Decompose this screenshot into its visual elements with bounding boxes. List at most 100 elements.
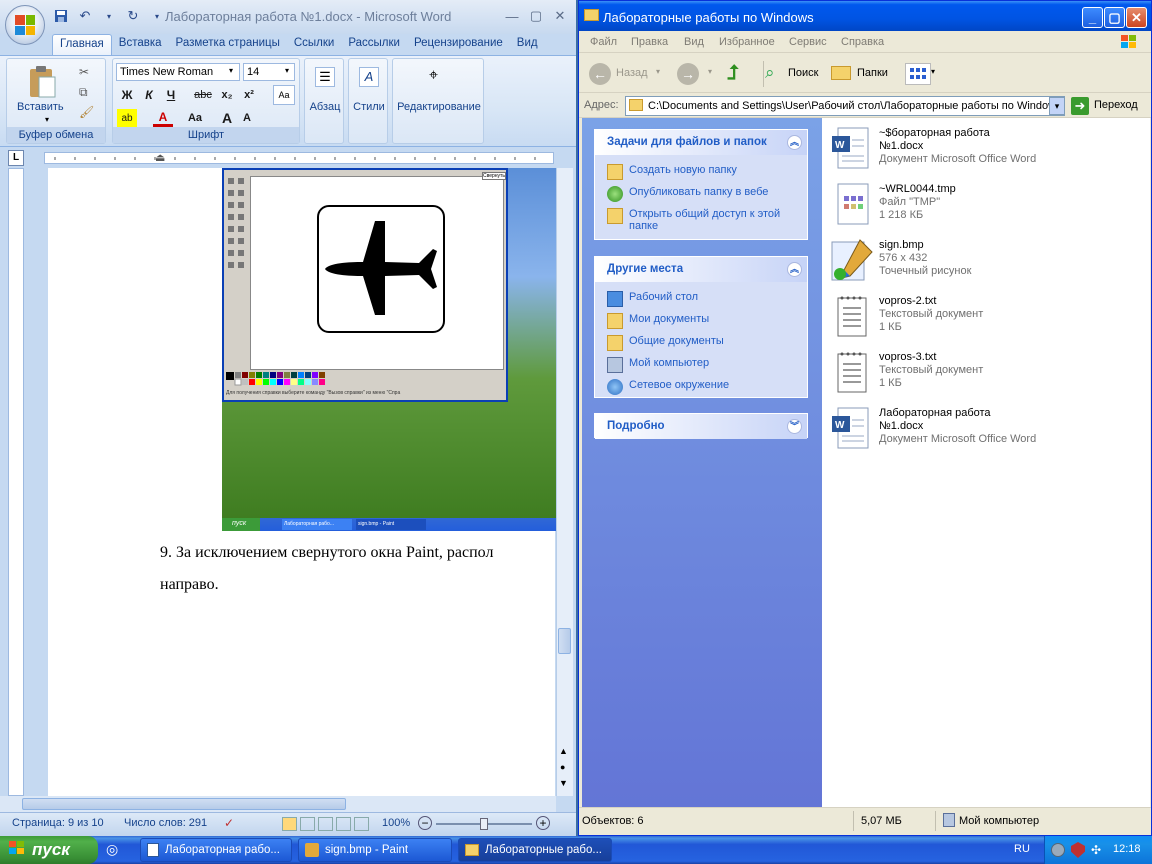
task-share-folder[interactable]: Открыть общий доступ к этой папке <box>595 205 807 235</box>
menu-view[interactable]: Вид <box>684 36 704 48</box>
undo-icon[interactable]: ↶ <box>76 7 94 25</box>
address-input[interactable]: C:\Documents and Settings\User\Рабочий с… <box>625 96 1065 116</box>
shrink-font-button[interactable]: A <box>237 109 257 127</box>
minimize-button[interactable]: — <box>500 6 524 26</box>
vertical-scrollbar[interactable]: ▲ ● ▼ <box>556 168 573 796</box>
horizontal-ruler[interactable]: ⏏ <box>44 152 554 164</box>
print-layout-view-icon[interactable] <box>282 817 297 831</box>
paragraph-group[interactable]: ☰ Абзац <box>304 58 344 144</box>
clear-formatting-icon[interactable]: Aa <box>273 85 295 105</box>
paint-palette[interactable] <box>226 372 336 386</box>
underline-button[interactable]: Ч <box>161 86 181 104</box>
paste-icon[interactable] <box>27 65 57 99</box>
collapse-chevron-icon[interactable]: ︽ <box>787 135 802 150</box>
forward-dropdown-icon[interactable]: ▾ <box>708 67 712 76</box>
tab-references[interactable]: Ссылки <box>287 34 342 55</box>
indent-marker-icon[interactable]: ⏏ <box>155 151 165 164</box>
next-page-icon[interactable]: ▼ <box>559 778 568 788</box>
file-tasks-header[interactable]: Задачи для файлов и папок ︽ <box>595 130 807 155</box>
zoom-level[interactable]: 100% <box>382 817 410 829</box>
search-button[interactable]: Поиск <box>788 67 818 79</box>
forward-arrow-icon[interactable]: → <box>677 63 699 85</box>
undo-dropdown-icon[interactable]: ▾ <box>100 7 118 25</box>
search-icon[interactable]: ⌕ <box>765 63 775 83</box>
language-indicator[interactable]: RU <box>1014 843 1030 855</box>
prev-page-icon[interactable]: ▲ <box>559 746 568 756</box>
explorer-minimize-button[interactable]: _ <box>1082 7 1103 28</box>
file-item[interactable]: W Лабораторная работа №1.docx Документ Mi… <box>830 404 1150 456</box>
zoom-in-icon[interactable]: + <box>536 816 550 830</box>
bold-button[interactable]: Ж <box>117 86 137 104</box>
address-dropdown-icon[interactable]: ▾ <box>1049 97 1065 115</box>
menu-help[interactable]: Справка <box>841 36 884 48</box>
tab-home[interactable]: Главная <box>52 34 112 55</box>
menu-favorites[interactable]: Избранное <box>719 36 775 48</box>
change-case-button[interactable]: Aa <box>185 109 205 127</box>
place-network[interactable]: Сетевое окружение <box>595 376 807 398</box>
details-header[interactable]: Подробно ︾ <box>595 414 807 439</box>
taskbar-task-explorer[interactable]: Лабораторные рабо... <box>458 838 612 862</box>
file-item[interactable]: sign.bmp 576 x 432 Точечный рисунок <box>830 236 1150 288</box>
tab-insert[interactable]: Вставка <box>112 34 169 55</box>
tray-sound-icon[interactable] <box>1051 843 1065 857</box>
page-count[interactable]: Страница: 9 из 10 <box>12 817 104 829</box>
grow-font-button[interactable]: A <box>217 109 237 127</box>
expand-chevron-icon[interactable]: ︾ <box>787 419 802 434</box>
clock[interactable]: 12:18 <box>1113 843 1141 855</box>
place-my-documents[interactable]: Мои документы <box>595 310 807 332</box>
explorer-maximize-button[interactable]: ▢ <box>1104 7 1125 28</box>
place-my-computer[interactable]: Мой компьютер <box>595 354 807 376</box>
tray-shield-icon[interactable] <box>1071 842 1085 858</box>
strikethrough-button[interactable]: abc <box>193 86 213 104</box>
file-item[interactable]: ~WRL0044.tmp Файл "TMP" 1 218 КБ <box>830 180 1150 232</box>
up-folder-icon[interactable]: ⮥ <box>727 62 749 84</box>
start-button[interactable]: пуск <box>0 836 98 864</box>
office-button[interactable] <box>5 5 45 45</box>
editing-group[interactable]: ⌖ Редактирование <box>392 58 484 144</box>
paint-canvas[interactable] <box>250 176 504 370</box>
other-places-header[interactable]: Другие места ︽ <box>595 257 807 282</box>
draft-view-icon[interactable] <box>354 817 369 831</box>
cut-icon[interactable]: ✂ <box>79 65 89 79</box>
collapse-chevron-icon[interactable]: ︽ <box>787 262 802 277</box>
font-size-dropdown-icon[interactable]: ▾ <box>285 66 289 75</box>
task-publish-web[interactable]: Опубликовать папку в вебе <box>595 183 807 205</box>
subscript-button[interactable]: x₂ <box>217 86 237 104</box>
paint-restore-button[interactable]: Свернуть <box>482 172 506 180</box>
browse-object-icon[interactable]: ● <box>560 762 565 772</box>
italic-button[interactable]: К <box>139 86 159 104</box>
go-button[interactable]: Переход <box>1094 99 1138 111</box>
h-scroll-thumb[interactable] <box>22 798 346 810</box>
back-arrow-icon[interactable]: ← <box>589 63 611 85</box>
font-color-icon[interactable]: A <box>153 109 173 127</box>
close-button[interactable]: ✕ <box>548 6 572 26</box>
full-screen-view-icon[interactable] <box>300 817 315 831</box>
font-name-dropdown-icon[interactable]: ▾ <box>229 66 233 75</box>
horizontal-scrollbar[interactable] <box>0 796 556 812</box>
highlight-icon[interactable]: ab <box>117 109 137 127</box>
file-item[interactable]: vopros-2.txt Текстовый документ 1 КБ <box>830 292 1150 344</box>
back-dropdown-icon[interactable]: ▾ <box>656 67 660 76</box>
menu-file[interactable]: Файл <box>590 36 617 48</box>
taskbar-task-word[interactable]: Лабораторная рабо... <box>140 838 292 862</box>
back-button[interactable]: Назад <box>616 67 648 79</box>
task-new-folder[interactable]: Создать новую папку <box>595 161 807 183</box>
font-name-select[interactable]: Times New Roman <box>116 63 240 81</box>
views-icon[interactable] <box>905 63 931 85</box>
zoom-out-icon[interactable]: − <box>418 816 432 830</box>
scroll-thumb[interactable] <box>558 628 571 654</box>
tab-review[interactable]: Рецензирование <box>407 34 510 55</box>
paste-dropdown-icon[interactable]: ▾ <box>45 115 49 124</box>
tab-selector[interactable]: L <box>8 150 24 166</box>
go-arrow-icon[interactable]: ➜ <box>1071 97 1089 115</box>
tab-mailings[interactable]: Рассылки <box>341 34 407 55</box>
maximize-button[interactable]: ▢ <box>524 6 548 26</box>
word-count[interactable]: Число слов: 291 <box>124 817 207 829</box>
quick-launch-icon[interactable]: ◎ <box>106 841 118 858</box>
explorer-close-button[interactable]: ✕ <box>1126 7 1147 28</box>
superscript-button[interactable]: x² <box>239 86 259 104</box>
place-shared-documents[interactable]: Общие документы <box>595 332 807 354</box>
paste-button[interactable]: Вставить <box>17 101 64 113</box>
embedded-screenshot[interactable]: Свернуть Для получения справки выберите … <box>222 168 556 531</box>
folders-icon[interactable] <box>831 66 851 80</box>
